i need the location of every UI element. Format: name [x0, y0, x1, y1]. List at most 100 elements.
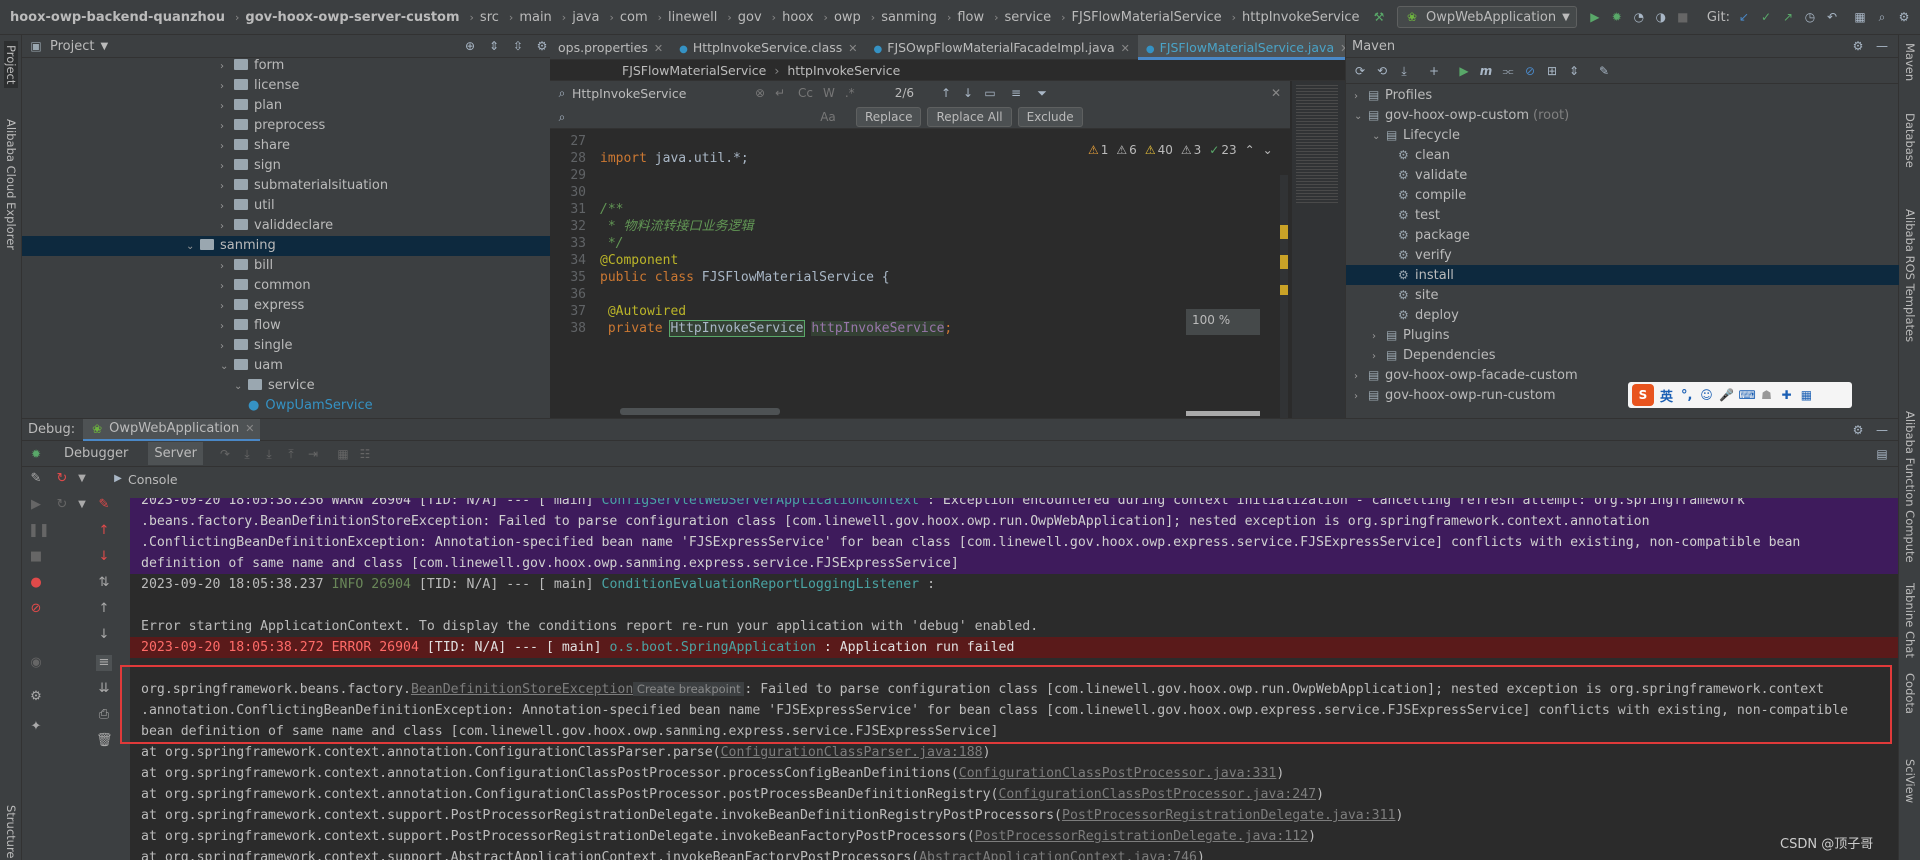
- match-case-toggle[interactable]: Cc: [798, 86, 813, 100]
- add-icon[interactable]: +: [1426, 63, 1442, 79]
- print-icon[interactable]: ⎙: [96, 707, 112, 723]
- minimize-icon[interactable]: —: [1874, 422, 1890, 438]
- scroll-down-icon[interactable]: ↓: [96, 627, 112, 643]
- tree-item[interactable]: › license: [220, 76, 299, 96]
- breadcrumb-item[interactable]: src: [480, 10, 499, 25]
- generate-sources-icon[interactable]: ⟲: [1374, 63, 1390, 79]
- maven-tool-tab[interactable]: Maven: [1903, 43, 1917, 81]
- up-arrow-icon[interactable]: ↑: [96, 523, 112, 539]
- codota-tool-tab[interactable]: Codota: [1903, 673, 1917, 714]
- sciview-tool-tab[interactable]: SciView: [1903, 759, 1917, 803]
- close-icon[interactable]: ✕: [848, 42, 857, 55]
- settings-icon[interactable]: ⚙: [1896, 9, 1912, 25]
- chevron-right-icon[interactable]: ›: [220, 77, 234, 97]
- breadcrumb-item[interactable]: java: [572, 10, 599, 25]
- chevron-right-icon[interactable]: ›: [220, 177, 234, 197]
- git-push-icon[interactable]: ↗: [1780, 9, 1796, 25]
- git-update-icon[interactable]: ↙: [1736, 9, 1752, 25]
- breadcrumb-item[interactable]: gov: [738, 10, 762, 25]
- replace-all-button[interactable]: Replace All: [927, 107, 1012, 127]
- close-icon[interactable]: ✕: [654, 42, 663, 55]
- trash-icon[interactable]: 🗑: [96, 733, 113, 749]
- chevron-right-icon[interactable]: ›: [1372, 347, 1386, 367]
- tree-item[interactable]: › bill: [220, 256, 273, 276]
- maven-tree-item[interactable]: ⚙ package: [1346, 225, 1899, 245]
- tree-item[interactable]: › share: [220, 136, 290, 156]
- maven-tree-item[interactable]: › ▤ Dependencies: [1346, 345, 1899, 365]
- minimize-icon[interactable]: —: [1874, 38, 1890, 54]
- chevron-down-icon[interactable]: ⌄: [1263, 143, 1273, 157]
- rollback-icon[interactable]: ↶: [1824, 9, 1840, 25]
- error-stripe[interactable]: [1280, 175, 1288, 418]
- exclude-button[interactable]: Exclude: [1017, 107, 1083, 127]
- sort-icon[interactable]: ⇅: [96, 575, 112, 591]
- debug-icon[interactable]: ✹: [1609, 9, 1625, 25]
- chevron-down-icon[interactable]: ▼: [100, 41, 108, 52]
- maven-tree-item[interactable]: ⌄ ▤ gov-hoox-owp-custom (root): [1346, 105, 1899, 125]
- refresh-icon[interactable]: ↻: [54, 497, 70, 513]
- pause-icon[interactable]: ❚❚: [28, 523, 50, 539]
- chevron-right-icon[interactable]: ›: [220, 277, 234, 297]
- maven-tree-item[interactable]: › ▤ Profiles: [1346, 85, 1899, 105]
- project-tool-tab[interactable]: Project: [4, 41, 18, 89]
- step-out-icon[interactable]: ⤒: [283, 446, 299, 462]
- tree-item[interactable]: › plan: [220, 96, 282, 116]
- hammer-icon[interactable]: ⚒: [1371, 9, 1387, 25]
- soft-wrap-icon[interactable]: ≡: [96, 655, 112, 671]
- editor-tab[interactable]: ops.properties ✕: [550, 35, 671, 60]
- preserve-case-icon[interactable]: Aa: [820, 109, 836, 125]
- close-icon[interactable]: ✕: [1268, 85, 1284, 101]
- chevron-right-icon[interactable]: ›: [1354, 367, 1368, 387]
- close-icon[interactable]: ✕: [1121, 42, 1130, 55]
- toggle-offline-icon[interactable]: ⫗: [1500, 63, 1516, 79]
- pin-icon[interactable]: ✦: [28, 719, 44, 735]
- run-to-cursor-icon[interactable]: ⇥: [305, 446, 321, 462]
- chevron-right-icon[interactable]: ›: [220, 337, 234, 357]
- chevron-right-icon[interactable]: ›: [220, 58, 234, 77]
- profile-icon[interactable]: ◑: [1653, 9, 1669, 25]
- execute-goal-icon[interactable]: m: [1478, 63, 1494, 79]
- trace-icon[interactable]: ☷: [357, 446, 373, 462]
- breadcrumb-item[interactable]: main: [519, 10, 551, 25]
- tree-item[interactable]: › submaterialsituation: [220, 176, 388, 196]
- tree-item[interactable]: › util: [220, 196, 275, 216]
- code-area[interactable]: 27 28 import java.util.*; 29 30 31/** 32 * 物料流…: [550, 129, 1290, 418]
- console-text[interactable]: ConfigurationClassPostProcessor.java:331: [959, 766, 1277, 781]
- run-icon[interactable]: ▶: [1587, 9, 1603, 25]
- wrench-icon[interactable]: ✎: [1596, 63, 1612, 79]
- search-input[interactable]: HttpInvokeService: [572, 86, 752, 101]
- code-line[interactable]: 38 private HttpInvokeService httpInvokeS…: [550, 318, 952, 339]
- coverage-icon[interactable]: ◔: [1631, 9, 1647, 25]
- tree-item[interactable]: ● OwpUamService: [248, 396, 373, 416]
- breadcrumb-item[interactable]: sanming: [881, 10, 937, 25]
- camera-icon[interactable]: ◉: [28, 655, 44, 671]
- chevron-right-icon[interactable]: ›: [220, 197, 234, 217]
- chevron-right-icon[interactable]: ›: [220, 137, 234, 157]
- evaluate-icon[interactable]: ▦: [335, 446, 351, 462]
- chevron-right-icon[interactable]: ›: [220, 97, 234, 117]
- locate-icon[interactable]: ⊕: [462, 38, 478, 54]
- chevron-right-icon[interactable]: ›: [1354, 387, 1368, 407]
- breadcrumb-item[interactable]: com: [620, 10, 648, 25]
- console-text[interactable]: ConfigurationClassParser.java:188: [721, 745, 983, 760]
- stop-icon[interactable]: ■: [1675, 9, 1691, 25]
- chevron-right-icon[interactable]: ›: [220, 217, 234, 237]
- console-tab[interactable]: Console: [128, 472, 178, 487]
- force-step-into-icon[interactable]: ⤓: [261, 446, 277, 462]
- tree-item[interactable]: › preprocess: [220, 116, 325, 136]
- maven-tree-item[interactable]: ⚙ test: [1346, 205, 1899, 225]
- collapse-icon[interactable]: ⇕: [1566, 63, 1582, 79]
- structure-tool-tab[interactable]: Structure: [4, 805, 18, 859]
- tree-item[interactable]: ⌄ uam: [220, 356, 283, 376]
- console-text[interactable]: ConfigurationClassPostProcessor.java:247: [998, 787, 1316, 802]
- chevron-right-icon[interactable]: ›: [220, 317, 234, 337]
- editor-tab[interactable]: ●FJSFlowMaterialService.java✕: [1137, 34, 1358, 60]
- tree-item[interactable]: › validdeclare: [220, 216, 333, 236]
- mute-breakpoints-icon[interactable]: ⊘: [28, 601, 44, 617]
- chevron-down-icon[interactable]: ⌄: [186, 237, 200, 257]
- maven-tree-item[interactable]: ⚙ install: [1346, 265, 1899, 285]
- whole-word-toggle[interactable]: W: [823, 86, 835, 100]
- grid-icon[interactable]: ▦: [1798, 387, 1814, 403]
- console-text[interactable]: PostProcessorRegistrationDelegate.java:1…: [975, 829, 1308, 844]
- filter-icon[interactable]: ⏷: [1034, 85, 1050, 101]
